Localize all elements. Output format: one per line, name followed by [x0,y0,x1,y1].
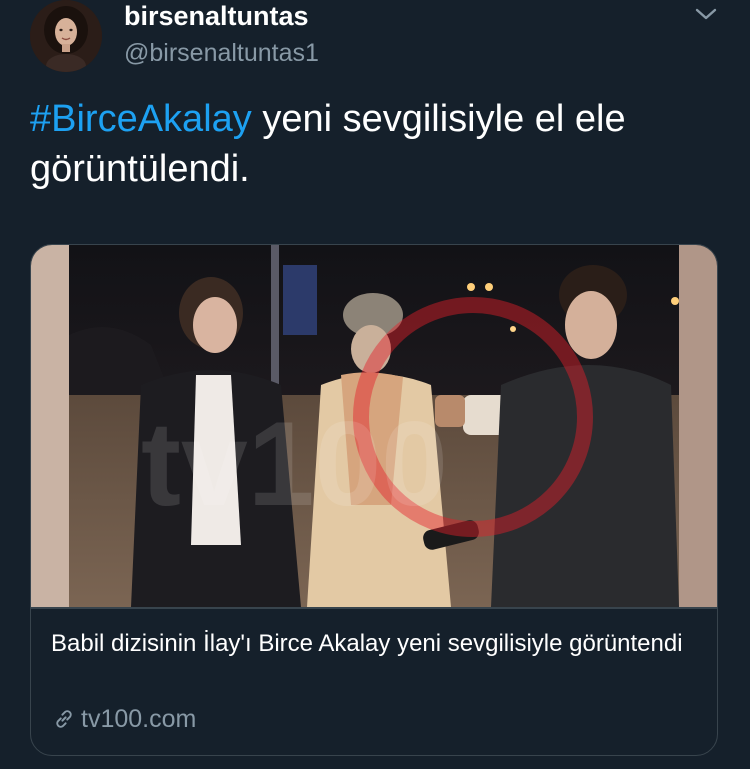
link-icon [56,710,72,728]
avatar[interactable] [30,0,102,72]
author-handle[interactable]: @birsenaltuntas1 [124,38,319,68]
avatar-photo [30,0,102,72]
tweet: birsenaltuntas @birsenaltuntas1 #BirceAk… [0,0,750,769]
tweet-text: #BirceAkalay yeni sevgilisiyle el ele gö… [30,94,720,194]
hashtag-link[interactable]: #BirceAkalay [30,98,252,140]
card-domain[interactable]: tv100.com [51,703,196,735]
link-card[interactable]: tv100 Babil dizisinin İlay'ı Birce Akala… [30,244,718,756]
card-title[interactable]: Babil dizisinin İlay'ı Birce Akalay yeni… [51,627,701,661]
card-divider [31,607,717,609]
card-domain-text: tv100.com [81,705,197,733]
author-display-name[interactable]: birsenaltuntas [124,0,309,32]
chevron-down-icon[interactable] [694,4,718,24]
card-image[interactable]: tv100 [31,245,717,607]
image-watermark: tv100 [141,397,448,531]
news-photo: tv100 [31,245,717,607]
